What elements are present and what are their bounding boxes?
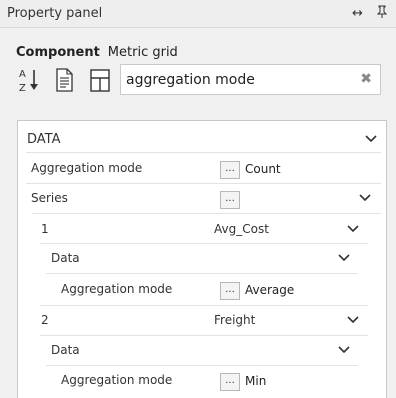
series-index: 1 (41, 222, 49, 236)
property-row-series: Series ... (18, 184, 386, 214)
search-box: ✖ (120, 64, 381, 95)
property-label: Aggregation mode (61, 373, 173, 387)
property-value[interactable]: Min (245, 374, 266, 388)
chevron-down-icon[interactable] (358, 191, 372, 205)
data-label: Data (51, 251, 80, 265)
property-value[interactable]: Count (245, 162, 281, 176)
component-value: Metric grid (107, 45, 178, 60)
property-label: Aggregation mode (31, 161, 143, 175)
svg-text:A: A (19, 69, 26, 80)
edit-button[interactable]: ... (220, 161, 240, 179)
chevron-down-icon[interactable] (364, 132, 378, 146)
series-name: Avg_Cost (214, 222, 269, 236)
divider (32, 213, 381, 214)
clear-search-icon[interactable]: ✖ (360, 71, 372, 87)
property-label: Aggregation mode (61, 282, 173, 296)
panel-title: Property panel (7, 6, 103, 21)
property-label: Series (31, 191, 68, 205)
chevron-down-icon[interactable] (337, 251, 351, 265)
divider (46, 273, 358, 274)
property-grid: DATA Aggregation mode ... Count Series .… (17, 120, 387, 398)
chevron-down-icon[interactable] (346, 313, 360, 327)
component-label: Component (16, 45, 100, 60)
edit-button[interactable]: ... (220, 373, 240, 391)
series-name: Freight (214, 313, 256, 327)
document-icon[interactable] (52, 66, 78, 94)
section-header-data[interactable]: DATA (18, 125, 386, 155)
data-label: Data (51, 343, 80, 357)
series-2-data-row[interactable]: Data (18, 336, 386, 366)
property-value[interactable]: Average (245, 283, 294, 297)
chevron-down-icon[interactable] (337, 343, 351, 357)
series-item-1[interactable]: 1 Avg_Cost (18, 215, 386, 245)
series-2-aggregation-mode: Aggregation mode ... Min (18, 366, 386, 396)
chevron-down-icon[interactable] (346, 222, 360, 236)
panel-title-bar: Property panel ↔ (0, 0, 396, 28)
edit-button[interactable]: ... (220, 282, 240, 300)
svg-text:Z: Z (19, 83, 26, 94)
resize-icon[interactable]: ↔ (352, 6, 363, 21)
pin-icon[interactable] (376, 5, 388, 22)
edit-button[interactable]: ... (220, 191, 240, 209)
series-1-data-row[interactable]: Data (18, 244, 386, 274)
series-item-2[interactable]: 2 Freight (18, 306, 386, 336)
divider (26, 152, 381, 153)
component-row: Component Metric grid (16, 45, 178, 60)
page-layout-icon[interactable] (88, 66, 114, 94)
series-1-aggregation-mode: Aggregation mode ... Average (18, 275, 386, 305)
search-input[interactable] (126, 69, 356, 91)
series-index: 2 (41, 313, 49, 327)
sort-az-icon[interactable]: A Z (16, 66, 42, 94)
section-title: DATA (27, 132, 61, 147)
property-row-aggregation-mode: Aggregation mode ... Count (18, 154, 386, 184)
